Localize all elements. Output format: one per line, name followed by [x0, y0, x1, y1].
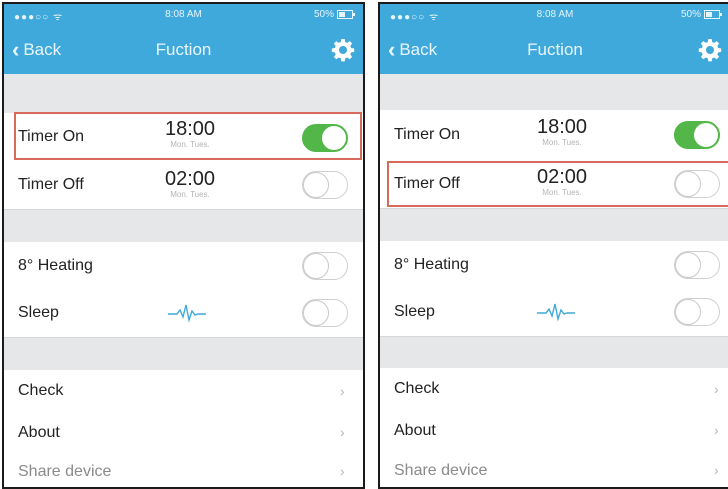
status-bar: ●●●○○ ᯤ 8:08 AM 50% — [380, 4, 728, 26]
timer-off-time[interactable]: 02:00 Mon. Tues. — [150, 168, 230, 199]
sleep-curve-icon[interactable] — [168, 303, 206, 323]
gear-icon[interactable] — [331, 38, 355, 62]
heating-toggle[interactable] — [674, 251, 720, 279]
check-row[interactable]: Check › — [4, 370, 363, 413]
heating-label: 8° Heating — [394, 256, 469, 273]
timer-on-time[interactable]: 18:00 Mon. Tues. — [522, 116, 602, 147]
about-row[interactable]: About › — [4, 412, 363, 454]
chevron-right-icon: › — [340, 463, 345, 479]
sleep-label: Sleep — [18, 304, 59, 321]
sleep-row[interactable]: Sleep — [380, 289, 728, 337]
battery-icon — [704, 10, 722, 19]
phone-screen-left: ●●●○○ ᯤ 8:08 AM 50% ‹ Back Fuction Timer… — [2, 2, 365, 489]
nav-bar: ‹ Back Fuction — [4, 26, 363, 74]
battery-icon — [337, 10, 355, 19]
sleep-toggle[interactable] — [674, 298, 720, 326]
chevron-right-icon: › — [714, 462, 719, 478]
toggle-knob — [675, 252, 701, 278]
heating-row[interactable]: 8° Heating — [4, 242, 363, 291]
page-title: Fuction — [527, 40, 583, 59]
chevron-right-icon: › — [714, 381, 719, 397]
timer-on-label: Timer On — [394, 126, 461, 143]
gear-icon[interactable] — [698, 38, 722, 62]
about-label: About — [18, 424, 60, 441]
timer-off-label: Timer Off — [18, 176, 84, 193]
timer-off-days: Mon. Tues. — [170, 190, 210, 199]
timer-off-time-value: 02:00 — [164, 168, 216, 190]
battery-percent: 50% — [313, 9, 334, 20]
share-row[interactable]: Share device › — [380, 451, 728, 487]
chevron-right-icon: › — [714, 422, 719, 438]
heating-toggle[interactable] — [302, 252, 348, 280]
status-bar: ●●●○○ ᯤ 8:08 AM 50% — [4, 4, 363, 26]
timer-on-toggle[interactable] — [674, 121, 720, 149]
phone-screen-right: ●●●○○ ᯤ 8:08 AM 50% ‹ Back Fuction Timer… — [378, 2, 728, 489]
toggle-knob — [303, 253, 329, 279]
share-label: Share device — [394, 462, 488, 479]
sleep-curve-icon[interactable] — [537, 302, 575, 322]
share-row[interactable]: Share device › — [4, 453, 363, 487]
about-row[interactable]: About › — [380, 410, 728, 452]
about-label: About — [394, 422, 436, 439]
heating-label: 8° Heating — [18, 257, 93, 274]
sleep-row[interactable]: Sleep — [4, 290, 363, 338]
share-label: Share device — [18, 463, 112, 480]
battery-indicator: 50% — [680, 9, 722, 20]
sleep-label: Sleep — [394, 303, 435, 320]
heating-row[interactable]: 8° Heating — [380, 241, 728, 290]
toggle-knob — [675, 299, 701, 325]
toggle-knob — [303, 300, 329, 326]
timer-on-row[interactable]: Timer On 18:00 Mon. Tues. — [380, 110, 728, 161]
status-time: 8:08 AM — [536, 9, 574, 20]
chevron-right-icon: › — [340, 383, 345, 399]
toggle-knob — [303, 172, 329, 198]
check-row[interactable]: Check › — [380, 368, 728, 411]
sleep-toggle[interactable] — [302, 299, 348, 327]
toggle-knob — [693, 122, 719, 148]
highlight-box — [14, 112, 362, 160]
nav-bar: ‹ Back Fuction — [380, 26, 728, 74]
battery-percent: 50% — [680, 9, 701, 20]
chevron-right-icon: › — [340, 424, 345, 440]
battery-indicator: 50% — [313, 9, 355, 20]
page-title: Fuction — [155, 40, 212, 59]
timer-on-time-value: 18:00 — [536, 116, 588, 138]
timer-off-row[interactable]: Timer Off 02:00 Mon. Tues. — [4, 162, 363, 210]
timer-on-days: Mon. Tues. — [542, 138, 582, 147]
check-label: Check — [394, 380, 440, 397]
check-label: Check — [18, 382, 64, 399]
timer-off-toggle[interactable] — [302, 171, 348, 199]
highlight-box — [387, 161, 728, 207]
status-time: 8:08 AM — [165, 9, 202, 20]
